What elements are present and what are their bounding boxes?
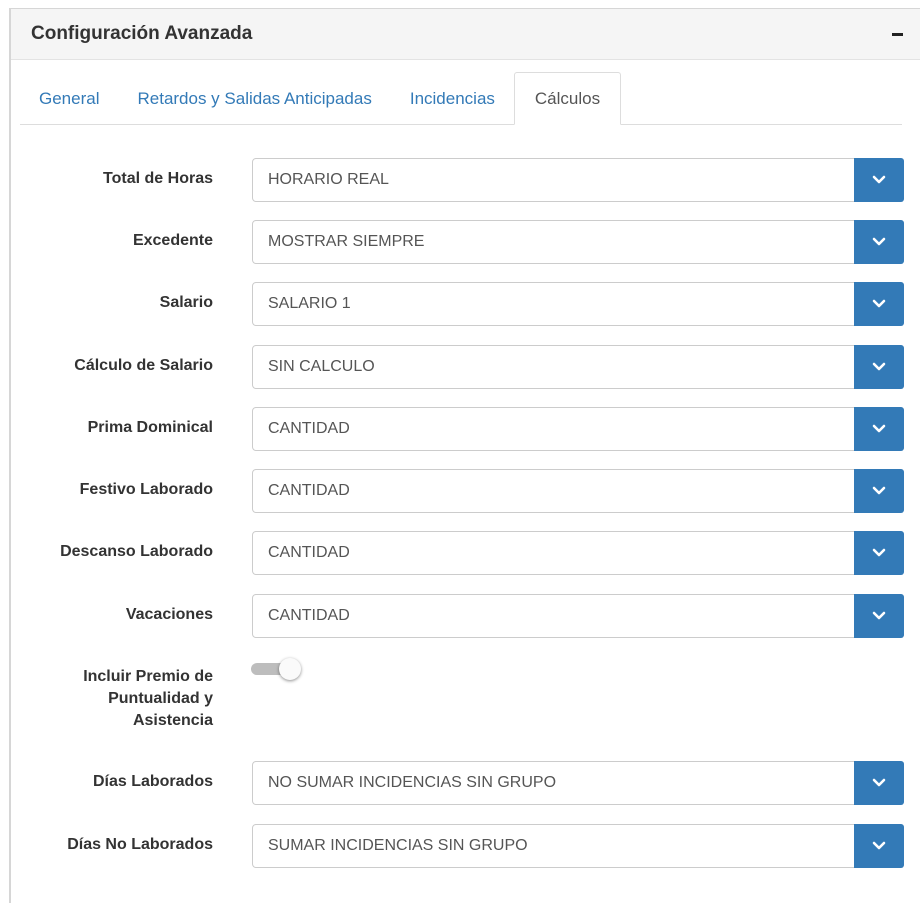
excedente-value: MOSTRAR SIEMPRE — [268, 233, 425, 250]
toggle-knob — [279, 658, 301, 680]
chevron-down-icon — [872, 778, 886, 787]
prima-dominical-value: CANTIDAD — [268, 420, 350, 437]
dias-no-laborados-label: Días No Laborados — [67, 836, 213, 853]
chevron-down-icon — [872, 841, 886, 850]
calculo-salario-dropdown-button[interactable] — [854, 345, 904, 389]
panel-header: Configuración Avanzada — [11, 9, 920, 60]
descanso-laborado-select[interactable]: CANTIDAD — [252, 531, 904, 575]
premio-label-line-2: Puntualidad y — [108, 690, 213, 707]
festivo-laborado-value: CANTIDAD — [268, 482, 350, 499]
premio-toggle[interactable] — [251, 658, 301, 680]
premio-label-line-3: Asistencia — [132, 712, 213, 729]
dias-laborados-value: NO SUMAR INCIDENCIAS SIN GRUPO — [268, 774, 557, 791]
descanso-laborado-value: CANTIDAD — [268, 544, 350, 561]
dias-no-laborados-dropdown-button[interactable] — [854, 824, 904, 868]
excedente-dropdown-button[interactable] — [854, 220, 904, 264]
salario-dropdown-button[interactable] — [854, 282, 904, 326]
chevron-down-icon — [872, 175, 886, 184]
chevron-down-icon — [872, 237, 886, 246]
descanso-laborado-dropdown-button[interactable] — [854, 531, 904, 575]
calculo-salario-value: SIN CALCULO — [268, 358, 375, 375]
salario-select[interactable]: SALARIO 1 — [252, 282, 904, 326]
premio-label-line-1: Incluir Premio de — [83, 668, 213, 685]
vacaciones-value: CANTIDAD — [268, 607, 350, 624]
total-horas-value: HORARIO REAL — [268, 171, 389, 188]
excedente-label: Excedente — [132, 232, 213, 249]
vacaciones-label: Vacaciones — [125, 606, 213, 623]
total-horas-dropdown-button[interactable] — [854, 158, 904, 202]
tab-bar: General Retardos y Salidas Anticipadas I… — [20, 72, 902, 125]
salario-label: Salario — [159, 294, 213, 311]
vacaciones-select[interactable]: CANTIDAD — [252, 594, 904, 638]
total-horas-select[interactable]: HORARIO REAL — [252, 158, 904, 202]
chevron-down-icon — [872, 548, 886, 557]
excedente-select[interactable]: MOSTRAR SIEMPRE — [252, 220, 904, 264]
festivo-laborado-label: Festivo Laborado — [79, 481, 213, 498]
dias-laborados-label: Días Laborados — [92, 773, 213, 790]
total-horas-label: Total de Horas — [103, 170, 213, 187]
tab-incidencias[interactable]: Incidencias — [391, 73, 514, 124]
tab-retardos[interactable]: Retardos y Salidas Anticipadas — [118, 73, 390, 124]
tab-general[interactable]: General — [20, 73, 118, 124]
minus-icon — [891, 32, 903, 36]
vacaciones-dropdown-button[interactable] — [854, 594, 904, 638]
calculo-salario-label: Cálculo de Salario — [74, 357, 213, 374]
chevron-down-icon — [872, 486, 886, 495]
calculo-salario-select[interactable]: SIN CALCULO — [252, 345, 904, 389]
dias-no-laborados-select[interactable]: SUMAR INCIDENCIAS SIN GRUPO — [252, 824, 904, 868]
dias-no-laborados-value: SUMAR INCIDENCIAS SIN GRUPO — [268, 837, 528, 854]
prima-dominical-dropdown-button[interactable] — [854, 407, 904, 451]
tab-calculos[interactable]: Cálculos — [513, 72, 622, 125]
chevron-down-icon — [872, 611, 886, 620]
dias-laborados-dropdown-button[interactable] — [854, 761, 904, 805]
prima-dominical-select[interactable]: CANTIDAD — [252, 407, 904, 451]
dias-laborados-select[interactable]: NO SUMAR INCIDENCIAS SIN GRUPO — [252, 761, 904, 805]
descanso-laborado-label: Descanso Laborado — [60, 543, 213, 560]
prima-dominical-label: Prima Dominical — [87, 419, 213, 436]
collapse-button[interactable] — [886, 23, 908, 45]
panel-title: Configuración Avanzada — [31, 23, 253, 44]
chevron-down-icon — [872, 362, 886, 371]
festivo-laborado-select[interactable]: CANTIDAD — [252, 469, 904, 513]
chevron-down-icon — [872, 424, 886, 433]
salario-value: SALARIO 1 — [268, 295, 351, 312]
chevron-down-icon — [872, 299, 886, 308]
premio-label: Incluir Premio de Puntualidad y Asistenc… — [20, 666, 213, 732]
festivo-laborado-dropdown-button[interactable] — [854, 469, 904, 513]
